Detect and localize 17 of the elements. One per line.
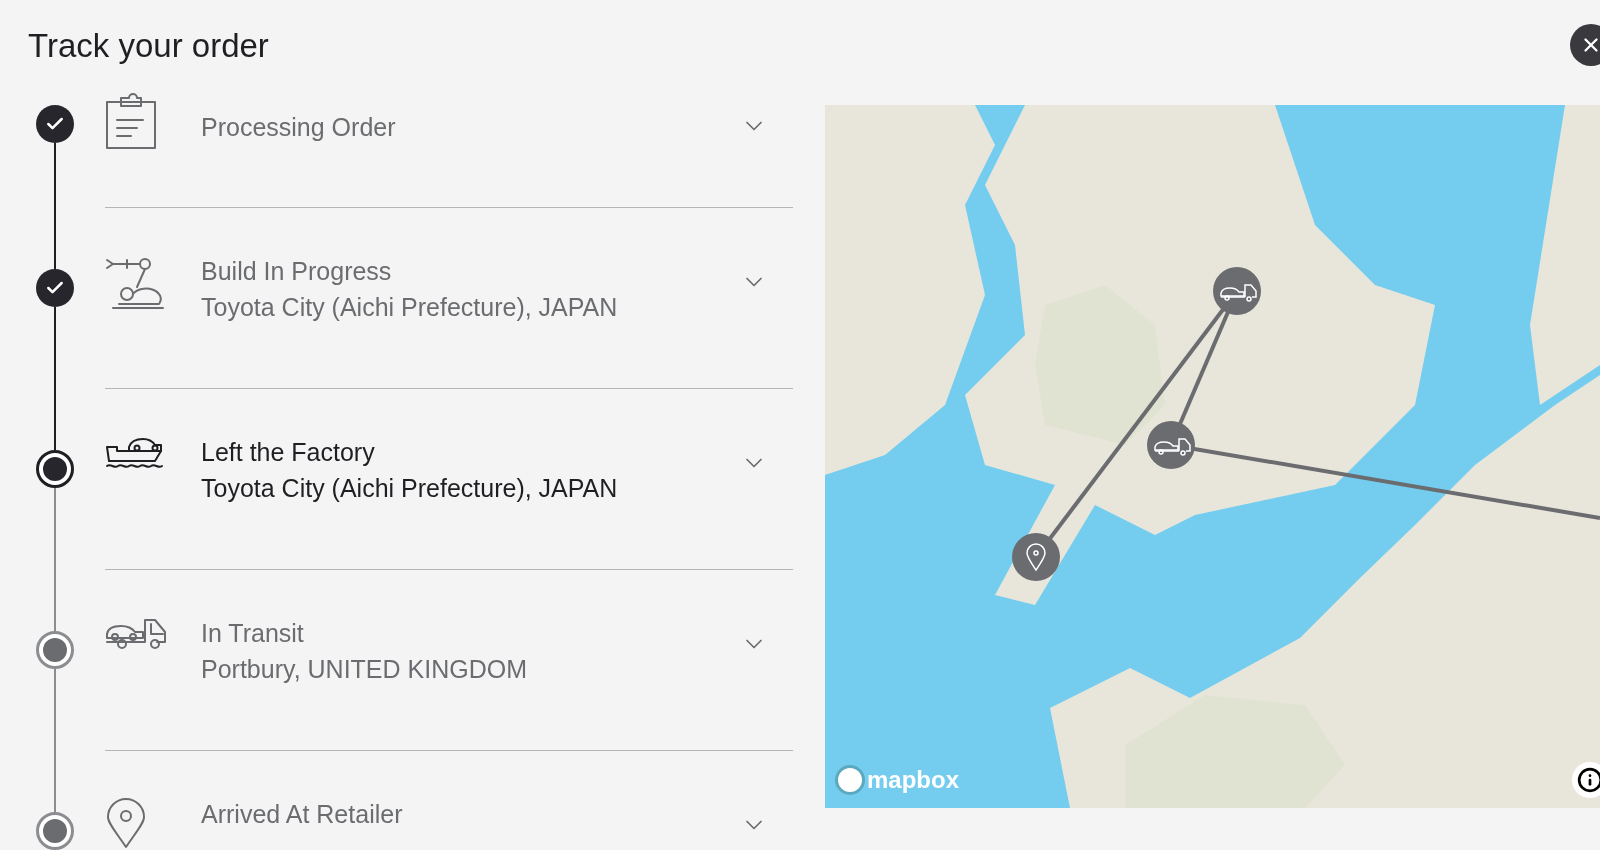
close-button[interactable]	[1570, 24, 1600, 66]
truck-map-marker[interactable]	[1213, 267, 1261, 315]
truck-map-marker[interactable]	[1147, 421, 1195, 469]
step-title: Build In Progress	[201, 256, 393, 286]
location-pin-icon	[105, 797, 147, 849]
step-title: Arrived At Retailer	[201, 799, 404, 829]
page-title: Track your order	[28, 26, 269, 67]
map-attribution: mapbox	[867, 765, 959, 795]
step-location: Portbury, UNITED KINGDOM	[201, 654, 528, 684]
clipboard-icon	[105, 92, 157, 150]
step-title: In Transit	[201, 618, 305, 648]
step-location: Toyota City (Aichi Prefecture), JAPAN	[201, 473, 619, 503]
step-title: Processing Order	[201, 112, 397, 142]
step-location: Toyota City (Aichi Prefecture), JAPAN	[201, 292, 619, 322]
car-truck-icon	[105, 616, 167, 650]
step-title: Left the Factory	[201, 437, 376, 467]
pin-map-marker[interactable]	[1012, 533, 1060, 581]
